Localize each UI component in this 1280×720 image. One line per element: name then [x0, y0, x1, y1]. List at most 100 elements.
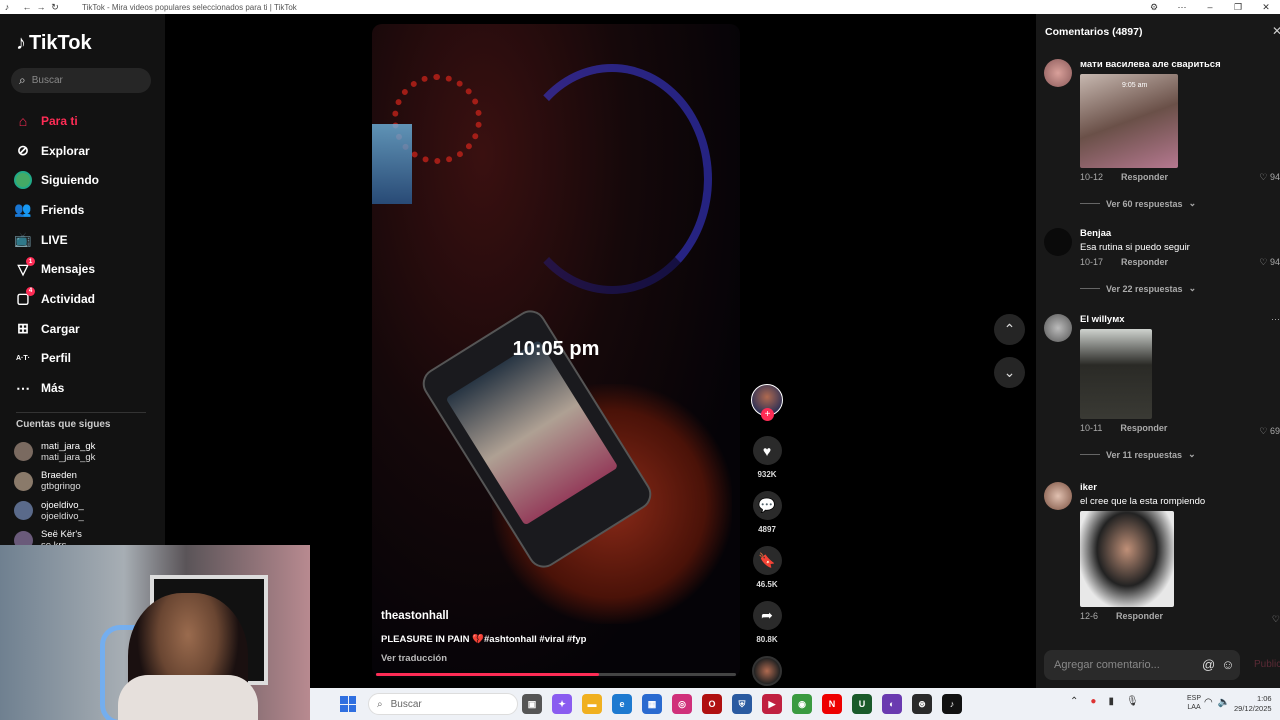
- video-author[interactable]: theastonhall: [381, 610, 449, 622]
- extensions-icon[interactable]: ⚙: [1140, 2, 1168, 13]
- nav-item-mensajes[interactable]: ▽ 1 Mensajes: [14, 254, 154, 284]
- mention-icon[interactable]: @: [1202, 657, 1215, 672]
- chevron-up-icon[interactable]: ⌃: [1070, 696, 1078, 707]
- comment-username[interactable]: iker: [1080, 482, 1280, 493]
- share-button[interactable]: ➦: [752, 601, 782, 630]
- back-arrow-icon[interactable]: ←: [20, 2, 34, 12]
- video-frame-steering: [512, 64, 712, 294]
- comment-image[interactable]: [1080, 329, 1152, 419]
- like-button[interactable]: ♥: [752, 436, 782, 465]
- notification-icon[interactable]: ▮: [1108, 696, 1114, 707]
- nav-item-actividad[interactable]: ▢ 4 Actividad: [14, 284, 154, 314]
- view-replies-button[interactable]: Ver 11 respuestas ⌄: [1080, 449, 1280, 460]
- reply-button[interactable]: Responder: [1121, 172, 1168, 182]
- comment-like[interactable]: ♡ 69: [1259, 426, 1280, 437]
- messages-badge: 1: [26, 257, 35, 267]
- netflix-icon[interactable]: N: [822, 694, 842, 714]
- game-app-icon[interactable]: ◐: [882, 694, 902, 714]
- windows-start-icon[interactable]: [340, 696, 356, 712]
- minimize-button[interactable]: –: [1196, 2, 1224, 12]
- nav-item-siguiendo[interactable]: Siguiendo: [14, 165, 154, 195]
- save-count: 46.5K: [756, 580, 778, 589]
- nav-item-perfil[interactable]: A·T· Perfil: [14, 344, 154, 374]
- nav-item-mas[interactable]: ⋯ Más: [14, 373, 154, 403]
- publish-button[interactable]: Publicar: [1254, 659, 1280, 670]
- avatar[interactable]: [1044, 59, 1072, 87]
- nav-item-live[interactable]: 📺 LIVE: [14, 225, 154, 255]
- game-controller-icon[interactable]: ⊛: [912, 694, 932, 714]
- tiktok-app-icon[interactable]: ♪: [942, 694, 962, 714]
- menu-dots-icon[interactable]: ⋯: [1168, 2, 1196, 13]
- network-sound-icons[interactable]: ◠ 🔈: [1204, 697, 1230, 708]
- comment-options-icon[interactable]: ⋯: [1271, 314, 1280, 325]
- mic-icon[interactable]: 🎙: [1126, 696, 1139, 707]
- nav-item-friends[interactable]: 👥 Friends: [14, 195, 154, 225]
- file-explorer-icon[interactable]: ▬: [582, 694, 602, 714]
- following-accounts-list: mati_jara_gk mati_jara_gk Braeden gtbgring…: [14, 437, 95, 555]
- comment-button[interactable]: 💬: [752, 491, 782, 520]
- following-account[interactable]: mati_jara_gk mati_jara_gk: [14, 437, 95, 467]
- comment-like[interactable]: ♡ 94: [1259, 257, 1280, 268]
- nav-item-explorar[interactable]: ⊘ Explorar: [14, 136, 154, 166]
- opera-icon[interactable]: O: [702, 694, 722, 714]
- avatar[interactable]: [1044, 482, 1072, 510]
- previous-video-button[interactable]: ⌃: [994, 314, 1025, 345]
- comment-image-caption: 9:05 am: [1122, 82, 1148, 89]
- copilot-icon[interactable]: ✦: [552, 694, 572, 714]
- task-view-icon[interactable]: ▣: [522, 694, 542, 714]
- tiktok-logo[interactable]: ♪ TikTok: [16, 32, 92, 55]
- follow-plus-icon[interactable]: +: [761, 408, 774, 421]
- following-account[interactable]: Braeden gtbgringo: [14, 467, 95, 497]
- avatar: [14, 471, 33, 491]
- comment-image[interactable]: [1080, 511, 1174, 607]
- forward-arrow-icon[interactable]: →: [34, 2, 48, 12]
- comment-username[interactable]: мати василева але свариться: [1080, 59, 1280, 70]
- chrome-icon[interactable]: ◉: [792, 694, 812, 714]
- following-account[interactable]: ojoeldivo_ ojoeldivo_: [14, 496, 95, 526]
- comment-image[interactable]: 9:05 am: [1080, 74, 1178, 168]
- video-caption: PLEASURE IN PAIN 💔#ashtonhall #viral #fy…: [381, 634, 587, 645]
- view-replies-button[interactable]: Ver 60 respuestas ⌄: [1080, 198, 1280, 209]
- store-icon[interactable]: ▦: [642, 694, 662, 714]
- search-input[interactable]: ⌕ Buscar: [11, 68, 151, 93]
- compass-icon: ⊘: [17, 142, 29, 159]
- shield-icon[interactable]: ⛨: [732, 694, 752, 714]
- close-window-button[interactable]: ✕: [1252, 2, 1280, 13]
- reply-button[interactable]: Responder: [1121, 257, 1168, 267]
- reply-button[interactable]: Responder: [1116, 611, 1163, 621]
- comment-username[interactable]: Benjaa: [1080, 228, 1280, 239]
- upwork-icon[interactable]: U: [852, 694, 872, 714]
- close-comments-icon[interactable]: ✕: [1272, 24, 1280, 38]
- video-player[interactable]: 10:05 pm theastonhall PLEASURE IN PAIN 💔…: [372, 24, 740, 678]
- keyboard-language[interactable]: ESP LAA: [1187, 694, 1201, 712]
- comment-like[interactable]: ♡ 94: [1259, 172, 1280, 183]
- heart-outline-icon: ♡: [1259, 172, 1268, 182]
- view-replies-button[interactable]: Ver 22 respuestas ⌄: [1080, 283, 1280, 294]
- save-button[interactable]: 🔖: [752, 546, 782, 575]
- share-count: 80.8K: [756, 635, 778, 644]
- taskbar-clock[interactable]: 1:06 29/12/2025: [1234, 694, 1272, 714]
- creator-avatar[interactable]: +: [751, 384, 783, 421]
- comment-like[interactable]: ♡: [1272, 614, 1280, 625]
- comment-username[interactable]: El willyмх: [1080, 314, 1280, 325]
- video-hashtags[interactable]: #ashtonhall #viral #fyp: [484, 634, 586, 645]
- nav-item-para-ti[interactable]: ⌂ Para ti: [14, 106, 154, 136]
- music-disc[interactable]: [752, 656, 782, 686]
- edge-icon[interactable]: e: [612, 694, 632, 714]
- maximize-button[interactable]: ❐: [1224, 2, 1252, 13]
- media-app-icon[interactable]: ▶: [762, 694, 782, 714]
- reload-icon[interactable]: ↻: [48, 2, 62, 13]
- translate-link[interactable]: Ver traducción: [381, 653, 447, 664]
- taskbar-search[interactable]: ⌕ Buscar: [368, 693, 518, 715]
- video-progress-bar[interactable]: [376, 673, 736, 676]
- nav-item-cargar[interactable]: ⊞ Cargar: [14, 314, 154, 344]
- reply-button[interactable]: Responder: [1120, 423, 1167, 433]
- instagram-icon[interactable]: ◎: [672, 694, 692, 714]
- emoji-icon[interactable]: ☺: [1221, 657, 1234, 672]
- search-icon: ⌕: [19, 73, 26, 87]
- record-icon[interactable]: ●: [1090, 696, 1096, 707]
- comment-count: 4897: [758, 525, 776, 534]
- next-video-button[interactable]: ⌄: [994, 357, 1025, 388]
- avatar[interactable]: [1044, 314, 1072, 342]
- avatar[interactable]: [1044, 228, 1072, 256]
